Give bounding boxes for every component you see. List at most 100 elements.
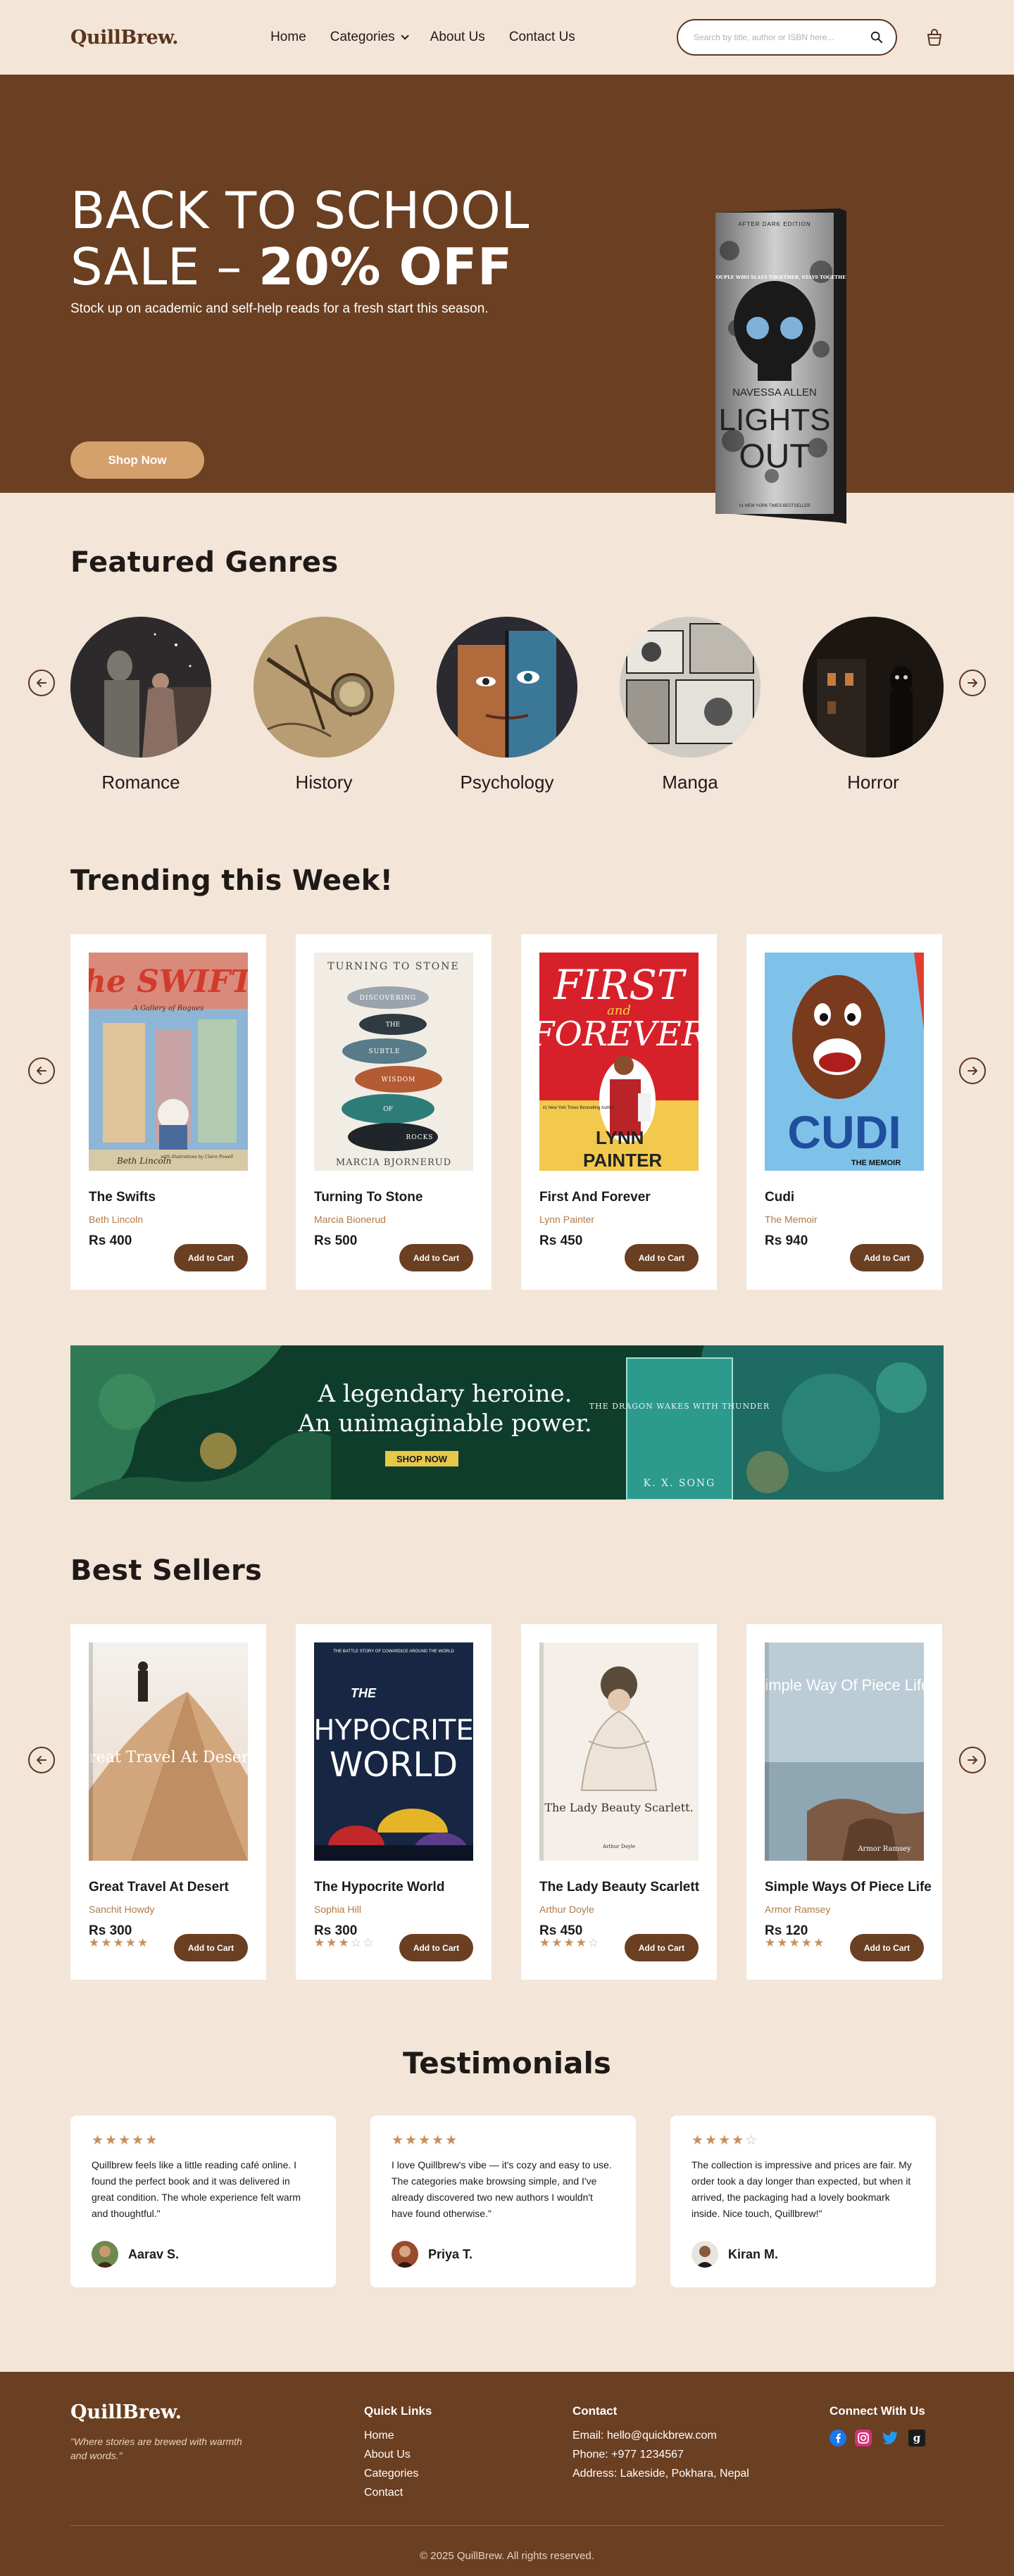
cover-title1: FIRST	[553, 961, 687, 1009]
nav-about[interactable]: About Us	[430, 30, 485, 45]
twitter-icon[interactable]	[880, 2430, 900, 2446]
book-cover-image[interactable]: Simple Way Of Piece Life. Armor Ramsey	[755, 1642, 934, 1861]
arrow-left-icon	[37, 1756, 46, 1764]
site-logo[interactable]: QuillBrew.	[70, 27, 179, 49]
footer-email[interactable]: Email: hello@quickbrew.com	[572, 2430, 749, 2442]
footer-link-home[interactable]: Home	[364, 2430, 432, 2442]
goodreads-icon[interactable]: g	[908, 2430, 925, 2446]
genre-manga[interactable]: Manga	[620, 617, 760, 793]
search-icon[interactable]	[870, 31, 883, 44]
product-title[interactable]: The Swifts	[89, 1190, 248, 1205]
product-card[interactable]: Great Travel At Desert. Great Travel At …	[70, 1624, 266, 1980]
testimonial-text: The collection is impressive and prices …	[691, 2159, 912, 2219]
genre-romance[interactable]: Romance	[70, 617, 211, 793]
hero-title-line2a: SALE –	[70, 237, 259, 296]
add-to-cart-button[interactable]: Add to Cart	[399, 1934, 473, 1961]
cover-title: Great Travel At Desert.	[89, 1749, 248, 1766]
footer-social: Connect With Us g	[830, 2404, 925, 2446]
nav-contact[interactable]: Contact Us	[509, 30, 575, 45]
cover-word: THE	[386, 1022, 400, 1029]
product-title[interactable]: The Lady Beauty Scarlett	[539, 1880, 699, 1895]
product-card[interactable]: Simple Way Of Piece Life. Armor Ramsey S…	[746, 1624, 942, 1980]
nav-categories-label: Categories	[330, 30, 395, 44]
footer-link-contact[interactable]: Contact	[364, 2487, 432, 2499]
add-to-cart-button[interactable]: Add to Cart	[625, 1934, 699, 1961]
arrow-left-icon	[37, 679, 46, 687]
book-cover-image[interactable]: TURNING TO STONE DISCOVERING THE SUBTLE …	[314, 953, 473, 1171]
book-cover-image[interactable]: CUDI THE MEMOIR	[765, 953, 924, 1171]
genres-prev-button[interactable]	[28, 670, 55, 696]
promo-banner[interactable]: A legendary heroine. An unimaginable pow…	[70, 1345, 944, 1500]
footer-phone[interactable]: Phone: +977 1234567	[572, 2449, 749, 2461]
product-card[interactable]: THE BATTLE STORY OF COWARDICE AROUND THE…	[296, 1624, 492, 1980]
testimonial-author: Aarav S.	[92, 2241, 179, 2268]
product-author: Lynn Painter	[539, 1214, 595, 1225]
star-filled-icon: ★	[575, 1936, 588, 1949]
product-title[interactable]: The Hypocrite World	[314, 1880, 473, 1895]
product-card[interactable]: The Lady Beauty Scarlett. Arthur Doyle T…	[521, 1624, 717, 1980]
product-author: Armor Ramsey	[765, 1904, 831, 1915]
book-cover-image[interactable]: FIRST and FOREVER #1 New York Times Best…	[530, 953, 707, 1171]
bestsellers-prev-button[interactable]	[28, 1747, 55, 1773]
trending-next-button[interactable]	[959, 1057, 986, 1084]
add-to-cart-button[interactable]: Add to Cart	[174, 1934, 248, 1961]
testimonial-name: Aarav S.	[128, 2247, 180, 2261]
hero-book-image[interactable]: AFTER DARK EDITION THE COUPLE WHO SLAYS …	[715, 208, 846, 524]
book-cover-image[interactable]: The SWIFTS A Gallery of Rogues Beth Linc…	[61, 953, 276, 1171]
instagram-icon[interactable]	[855, 2430, 872, 2446]
product-title[interactable]: Turning To Stone	[314, 1190, 473, 1205]
star-empty-icon: ☆	[350, 1936, 363, 1949]
testimonial-text: I love Quillbrew's vibe — it's cozy and …	[392, 2159, 612, 2219]
add-to-cart-button[interactable]: Add to Cart	[174, 1244, 248, 1271]
product-card[interactable]: TURNING TO STONE DISCOVERING THE SUBTLE …	[296, 934, 492, 1290]
product-title[interactable]: Simple Ways Of Piece Life	[765, 1880, 932, 1895]
add-to-cart-button[interactable]: Add to Cart	[399, 1244, 473, 1271]
footer-logo[interactable]: QuillBrew.	[70, 2401, 182, 2423]
genre-history[interactable]: History	[254, 617, 394, 793]
genre-horror-image	[803, 617, 944, 758]
product-title[interactable]: First And Forever	[539, 1190, 699, 1205]
product-card[interactable]: CUDI THE MEMOIR Cudi The Memoir Rs 940 A…	[746, 934, 942, 1290]
cover-author2: PAINTER	[583, 1150, 662, 1171]
genre-horror[interactable]: Horror	[803, 617, 944, 793]
product-author: Sanchit Howdy	[89, 1904, 155, 1915]
footer-quick-links-title: Quick Links	[364, 2404, 432, 2418]
product-title[interactable]: Great Travel At Desert	[89, 1880, 248, 1895]
genre-psychology-label: Psychology	[460, 772, 554, 793]
book-cover-image[interactable]: THE BATTLE STORY OF COWARDICE AROUND THE…	[313, 1642, 474, 1861]
bestsellers-next-button[interactable]	[959, 1747, 986, 1773]
book-cover-image[interactable]: Great Travel At Desert.	[77, 1642, 260, 1861]
nav-categories[interactable]: Categories	[330, 30, 409, 45]
add-to-cart-button[interactable]: Add to Cart	[850, 1934, 924, 1961]
genres-next-button[interactable]	[959, 670, 986, 696]
book-cover-image[interactable]: The Lady Beauty Scarlett. Arthur Doyle	[539, 1642, 699, 1861]
genre-psychology[interactable]: Psychology	[437, 617, 577, 793]
star-filled-icon: ★	[89, 1936, 101, 1949]
trending-prev-button[interactable]	[28, 1057, 55, 1084]
testimonial-author: Priya T.	[392, 2241, 472, 2268]
cart-icon[interactable]	[925, 28, 944, 46]
add-to-cart-button[interactable]: Add to Cart	[625, 1244, 699, 1271]
testimonial-card: ★★★★★ Quillbrew feels like a little read…	[70, 2116, 336, 2287]
product-card[interactable]: FIRST and FOREVER #1 New York Times Best…	[521, 934, 717, 1290]
product-card[interactable]: The SWIFTS A Gallery of Rogues Beth Linc…	[61, 934, 276, 1290]
star-filled-icon: ★	[105, 2133, 119, 2148]
star-filled-icon: ★	[118, 2133, 132, 2148]
star-filled-icon: ★	[418, 2133, 432, 2148]
footer-link-about[interactable]: About Us	[364, 2449, 432, 2461]
footer-link-categories[interactable]: Categories	[364, 2468, 432, 2480]
shop-now-button[interactable]: Shop Now	[70, 441, 204, 479]
search-input[interactable]	[694, 32, 870, 42]
star-filled-icon: ★	[92, 2133, 106, 2148]
product-author: Marcia Bionerud	[314, 1214, 386, 1225]
hero-banner: BACK TO SCHOOL SALE – 20% OFF Stock up o…	[0, 75, 1014, 524]
star-filled-icon: ★	[732, 2133, 746, 2148]
facebook-icon[interactable]	[830, 2430, 846, 2446]
nav-home[interactable]: Home	[270, 30, 306, 45]
product-title[interactable]: Cudi	[765, 1190, 924, 1205]
genre-horror-label: Horror	[847, 772, 899, 793]
cover-title: CUDI	[787, 1106, 901, 1158]
bestsellers-title: Best Sellers	[70, 1554, 263, 1587]
add-to-cart-button[interactable]: Add to Cart	[850, 1244, 924, 1271]
genre-romance-image	[70, 617, 211, 758]
